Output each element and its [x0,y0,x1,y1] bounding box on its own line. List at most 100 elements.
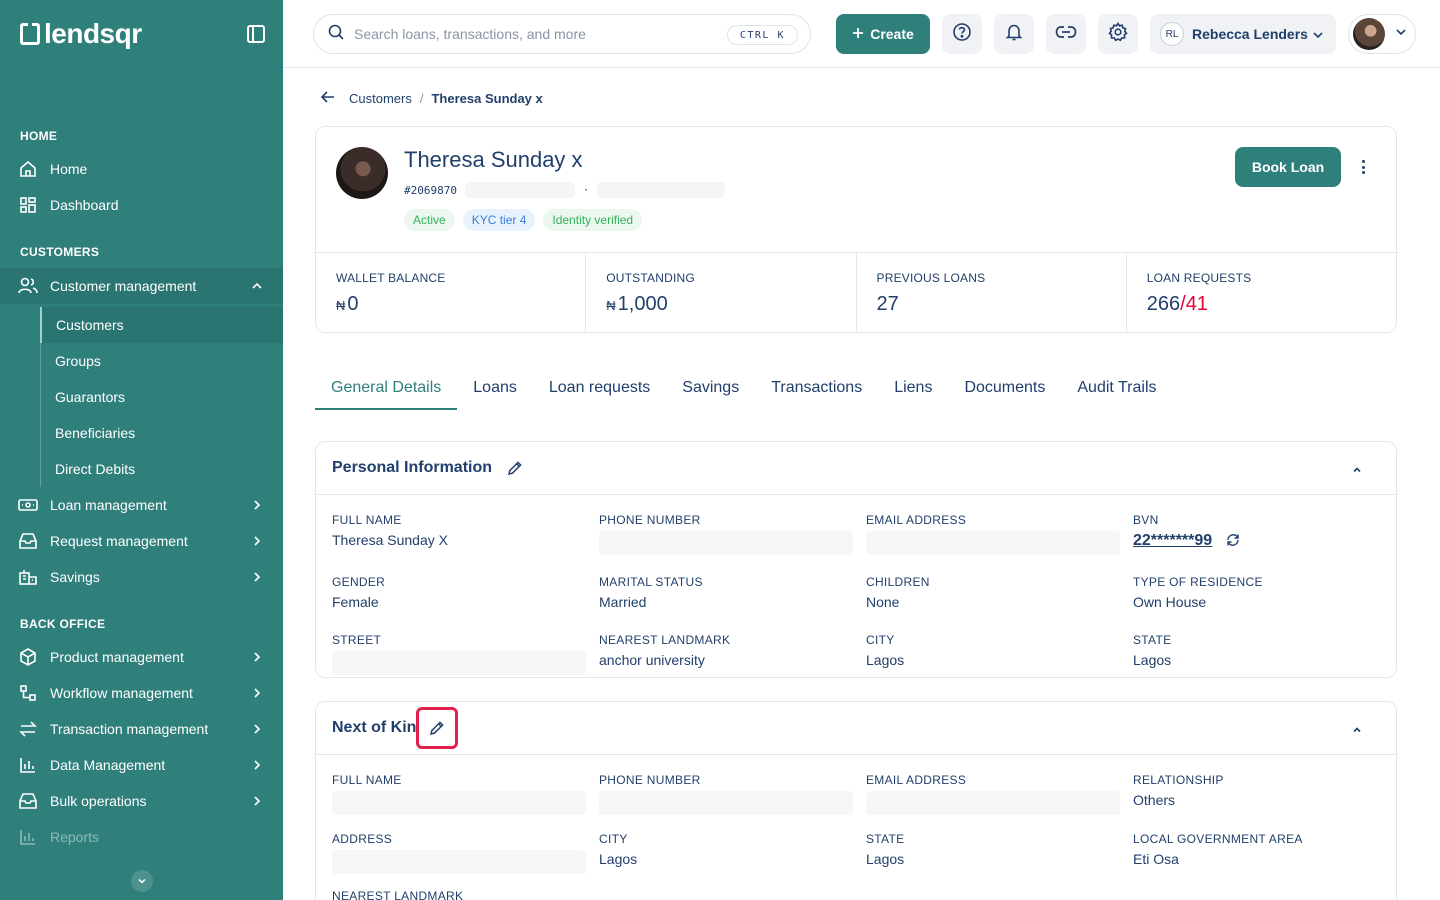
transfer-icon [18,719,38,739]
sidebar-item-label: Product management [50,649,184,665]
org-initials: RL [1160,22,1184,46]
sidebar-item-loan-management[interactable]: Loan management [0,487,283,523]
redacted-value [332,850,586,874]
chevron-right-icon [251,570,263,586]
redacted-value [866,791,1120,815]
field-label: RELATIONSHIP [1133,773,1224,787]
sidebar-item-savings[interactable]: Savings [0,559,283,595]
notifications-button[interactable] [994,14,1034,54]
customer-id-row: #2069870 · [404,182,726,198]
field-value: Theresa Sunday X [332,532,448,548]
naira-symbol: ₦ [336,298,346,313]
sidebar-item-transaction-management[interactable]: Transaction management [0,711,283,747]
sidebar-subitem-customers[interactable]: Customers [40,307,283,343]
tab-liens[interactable]: Liens [878,369,948,410]
sidebar-item-product-management[interactable]: Product management [0,639,283,675]
wallet-value: 0 [347,293,359,315]
field-bvn: BVN 22*******99 [1133,513,1393,550]
search-input[interactable] [354,26,714,42]
sidebar-item-data-management[interactable]: Data Management [0,747,283,783]
chevron-right-icon [251,686,263,702]
field-value: Lagos [599,851,638,867]
chevron-right-icon [251,722,263,738]
sidebar-item-label: Dashboard [50,197,119,213]
org-name: Rebecca Lenders [1192,26,1308,42]
home-icon [18,159,38,179]
stats-row: WALLET BALANCE ₦ 0 OUTSTANDING ₦ 1,000 PRE… [316,252,1396,333]
redacted-value [332,791,586,815]
help-button[interactable] [942,14,982,54]
field-kin-nearest-landmark: NEAREST LANDMARK [332,889,592,900]
sidebar-item-workflow-management[interactable]: Workflow management [0,675,283,711]
create-button[interactable]: Create [836,14,930,54]
user-menu[interactable] [1348,14,1416,54]
tab-transactions[interactable]: Transactions [755,369,878,410]
field-label: EMAIL ADDRESS [866,513,967,527]
field-kin-address: ADDRESS [332,832,592,874]
field-value: Married [599,594,647,610]
tab-documents[interactable]: Documents [948,369,1061,410]
sidebar-subitem-guarantors[interactable]: Guarantors [40,379,283,415]
tab-loans[interactable]: Loans [457,369,533,410]
field-phone-number: PHONE NUMBER [599,513,859,555]
sidebar-collapse-icon[interactable] [247,25,265,43]
sidebar-item-customer-management[interactable]: Customer management [0,268,283,304]
tab-loan-requests[interactable]: Loan requests [533,369,666,410]
links-button[interactable] [1046,14,1086,54]
sidebar-item-dashboard[interactable]: Dashboard [0,187,283,223]
stat-previous-loans: PREVIOUS LOANS 27 [857,253,1127,333]
book-loan-button[interactable]: Book Loan [1235,147,1341,187]
brand-logo[interactable]: lendsqr [20,18,142,50]
sidebar-item-request-management[interactable]: Request management [0,523,283,559]
stat-label: PREVIOUS LOANS [876,271,986,285]
field-label: TYPE OF RESIDENCE [1133,575,1263,589]
sidebar-subitem-direct-debits[interactable]: Direct Debits [40,451,283,487]
tab-audit-trails[interactable]: Audit Trails [1061,369,1172,410]
field-value: Female [332,594,379,610]
pencil-icon[interactable] [506,459,524,477]
sidebar-item-label: Workflow management [50,685,193,701]
sidebar-subitem-beneficiaries[interactable]: Beneficiaries [40,415,283,451]
field-type-of-residence: TYPE OF RESIDENCE Own House [1133,575,1393,610]
more-options-icon[interactable] [1355,157,1371,177]
tab-savings[interactable]: Savings [666,369,755,410]
chevron-up-icon[interactable] [1352,462,1362,480]
back-arrow-icon[interactable] [320,91,335,106]
field-street: STREET [332,633,592,675]
pencil-icon[interactable] [416,707,459,749]
chevron-down-icon [1395,25,1407,43]
refresh-icon[interactable] [1226,533,1240,550]
dashboard-icon [18,195,38,215]
sidebar-item-label: Loan management [50,497,167,513]
status-tags: Active KYC tier 4 Identity verified [404,209,643,231]
breadcrumb-parent[interactable]: Customers [349,91,412,106]
bell-icon [1004,22,1024,47]
search-bar[interactable]: CTRL K [313,14,811,54]
money-icon [18,495,38,515]
sidebar-subitem-groups[interactable]: Groups [40,343,283,379]
field-label: ADDRESS [332,832,393,846]
topbar: CTRL K Create RL Rebecca Lenders [283,0,1440,68]
redacted-value [332,651,586,675]
sidebar-item-label: Customer management [50,278,197,294]
field-marital-status: MARITAL STATUS Married [599,575,859,610]
field-state: STATE Lagos [1133,633,1393,668]
bar-chart-icon [18,755,38,775]
field-city: CITY Lagos [866,633,1126,668]
bvn-value[interactable]: 22*******99 [1133,532,1212,550]
plus-icon [852,26,864,42]
chevron-down-icon [1312,28,1324,44]
settings-button[interactable] [1098,14,1138,54]
stat-outstanding: OUTSTANDING ₦ 1,000 [586,253,857,333]
sidebar-item-label: Savings [50,569,100,585]
chevron-up-icon[interactable] [1352,722,1362,740]
sidebar-item-reports[interactable]: Reports [0,819,283,855]
sidebar-item-bulk-operations[interactable]: Bulk operations [0,783,283,819]
sidebar-scroll-down-icon[interactable] [131,870,153,892]
user-avatar [1353,18,1385,50]
tab-general-details[interactable]: General Details [315,369,458,410]
field-label: STATE [1133,633,1172,647]
organization-switcher[interactable]: RL Rebecca Lenders [1150,14,1336,54]
sidebar-item-home[interactable]: Home [0,151,283,187]
field-kin-city: CITY Lagos [599,832,859,867]
